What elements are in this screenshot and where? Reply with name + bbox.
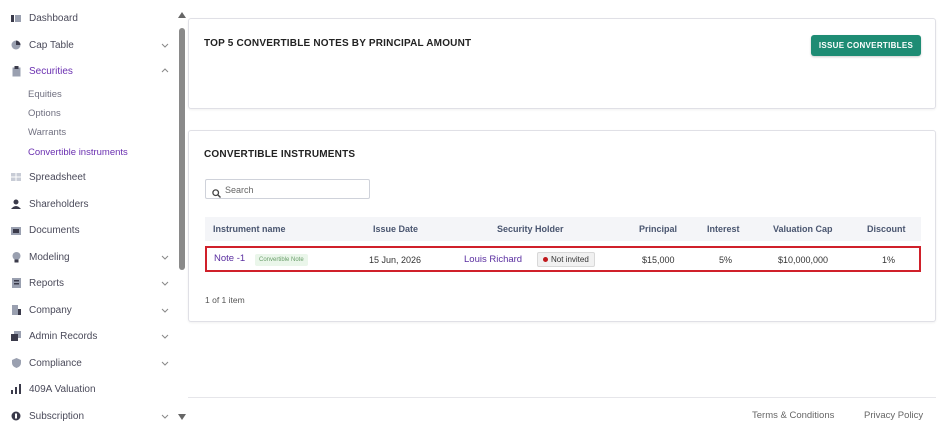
chevron-down-icon[interactable]: [160, 305, 170, 315]
instrument-name-link[interactable]: Note -1: [214, 253, 245, 264]
subscription-icon: [11, 411, 21, 421]
column-header-discount[interactable]: Discount: [867, 224, 906, 234]
valuation-cap-cell: $10,000,000: [778, 255, 829, 265]
folder-icon: [11, 225, 21, 235]
chevron-down-icon[interactable]: [160, 358, 170, 368]
issue-convertibles-button[interactable]: ISSUE CONVERTIBLES: [811, 35, 921, 56]
column-header-security-holder[interactable]: Security Holder: [497, 224, 564, 234]
scrollbar-thumb[interactable]: [179, 28, 185, 270]
chevron-down-icon[interactable]: [160, 278, 170, 288]
table-header: Instrument name Issue Date Security Hold…: [205, 217, 921, 241]
top-notes-title: TOP 5 CONVERTIBLE NOTES BY PRINCIPAL AMO…: [204, 38, 472, 49]
bulb-icon: [11, 251, 21, 262]
column-header-interest[interactable]: Interest: [707, 224, 740, 234]
footer-divider: [188, 397, 936, 398]
principal-cell: $15,000: [642, 255, 675, 265]
search-icon: [212, 185, 221, 203]
report-icon: [11, 278, 21, 288]
sidebar-item-reports[interactable]: Reports: [0, 272, 178, 294]
column-header-issue-date[interactable]: Issue Date: [373, 224, 418, 234]
sidebar-item-compliance[interactable]: Compliance: [0, 352, 178, 374]
sidebar-subitem-convertible-instruments[interactable]: Convertible instruments: [28, 147, 128, 158]
records-icon: [11, 331, 21, 341]
discount-cell: 1%: [882, 255, 896, 265]
issue-date-cell: 15 Jun, 2026: [369, 255, 422, 265]
sidebar-item-admin-records[interactable]: Admin Records: [0, 325, 178, 347]
sidebar-item-shareholders[interactable]: Shareholders: [0, 193, 178, 215]
sidebar-item-dashboard[interactable]: Dashboard: [0, 7, 178, 29]
convertible-instruments-card: CONVERTIBLE INSTRUMENTS Instrument name …: [188, 130, 936, 322]
sidebar-item-label: 409A Valuation: [29, 383, 96, 395]
chevron-down-icon[interactable]: [160, 411, 170, 421]
scroll-up-arrow-icon[interactable]: [178, 12, 186, 18]
holder-status-badge: Not invited: [537, 252, 595, 267]
convertible-instruments-title: CONVERTIBLE INSTRUMENTS: [204, 149, 356, 160]
privacy-link[interactable]: Privacy Policy: [864, 410, 923, 421]
sidebar-item-modeling[interactable]: Modeling: [0, 246, 178, 268]
interest-cell: 5%: [719, 255, 733, 265]
chevron-up-icon[interactable]: [160, 66, 170, 76]
chevron-down-icon[interactable]: [160, 40, 170, 50]
sidebar-subitem-equities[interactable]: Equities: [28, 89, 62, 100]
user-icon: [11, 199, 21, 209]
sidebar-item-label: Securities: [29, 65, 73, 77]
sidebar-item-securities[interactable]: Securities: [0, 60, 178, 82]
sidebar-item-label: Documents: [29, 224, 80, 236]
sidebar-item-label: Dashboard: [29, 12, 78, 24]
clipboard-icon: [11, 65, 21, 76]
sidebar-item-label: Spreadsheet: [29, 171, 86, 183]
sidebar-item-label: Company: [29, 304, 72, 316]
valuation-icon: [11, 384, 21, 394]
sidebar-item-company[interactable]: Company: [0, 299, 178, 321]
sidebar-item-label: Modeling: [29, 251, 70, 263]
chevron-down-icon[interactable]: [160, 331, 170, 341]
sidebar-item-label: Reports: [29, 277, 65, 289]
building-icon: [11, 305, 21, 315]
sidebar-item-subscription[interactable]: Subscription: [0, 405, 178, 427]
sidebar-subitem-options[interactable]: Options: [28, 108, 61, 119]
column-header-valuation-cap[interactable]: Valuation Cap: [773, 224, 833, 234]
status-dot-icon: [543, 257, 548, 262]
search-field[interactable]: [205, 179, 370, 199]
sidebar-item-label: Subscription: [29, 410, 85, 422]
instrument-type-badge: Convertible Note: [255, 254, 308, 266]
sidebar-item-label: Cap Table: [29, 39, 74, 51]
sidebar-item-label: Admin Records: [29, 330, 98, 342]
scroll-down-arrow-icon[interactable]: [178, 414, 186, 420]
column-header-instrument-name[interactable]: Instrument name: [213, 224, 286, 234]
sidebar-item-documents[interactable]: Documents: [0, 219, 178, 241]
pagination-summary: 1 of 1 item: [205, 295, 245, 305]
terms-link[interactable]: Terms & Conditions: [752, 410, 834, 421]
pie-chart-icon: [11, 40, 21, 50]
sidebar-item-409a-valuation[interactable]: 409A Valuation: [0, 378, 178, 400]
sidebar-item-label: Compliance: [29, 357, 82, 369]
sidebar-item-spreadsheet[interactable]: Spreadsheet: [0, 166, 178, 188]
sidebar-subitem-warrants[interactable]: Warrants: [28, 127, 66, 138]
table-row[interactable]: Note -1 Convertible Note 15 Jun, 2026 Lo…: [205, 246, 921, 272]
sidebar-item-label: Shareholders: [29, 198, 89, 210]
chevron-down-icon[interactable]: [160, 252, 170, 262]
column-header-principal[interactable]: Principal: [639, 224, 677, 234]
search-input[interactable]: [225, 183, 365, 196]
sidebar: Dashboard Cap Table Securities Equities …: [0, 0, 178, 434]
shield-icon: [11, 358, 21, 368]
security-holder-link[interactable]: Louis Richard: [464, 254, 522, 265]
holder-status-label: Not invited: [551, 255, 589, 264]
spreadsheet-icon: [11, 172, 21, 182]
sidebar-item-cap-table[interactable]: Cap Table: [0, 34, 178, 56]
top-notes-card: TOP 5 CONVERTIBLE NOTES BY PRINCIPAL AMO…: [188, 18, 936, 109]
dashboard-icon: [11, 13, 21, 23]
